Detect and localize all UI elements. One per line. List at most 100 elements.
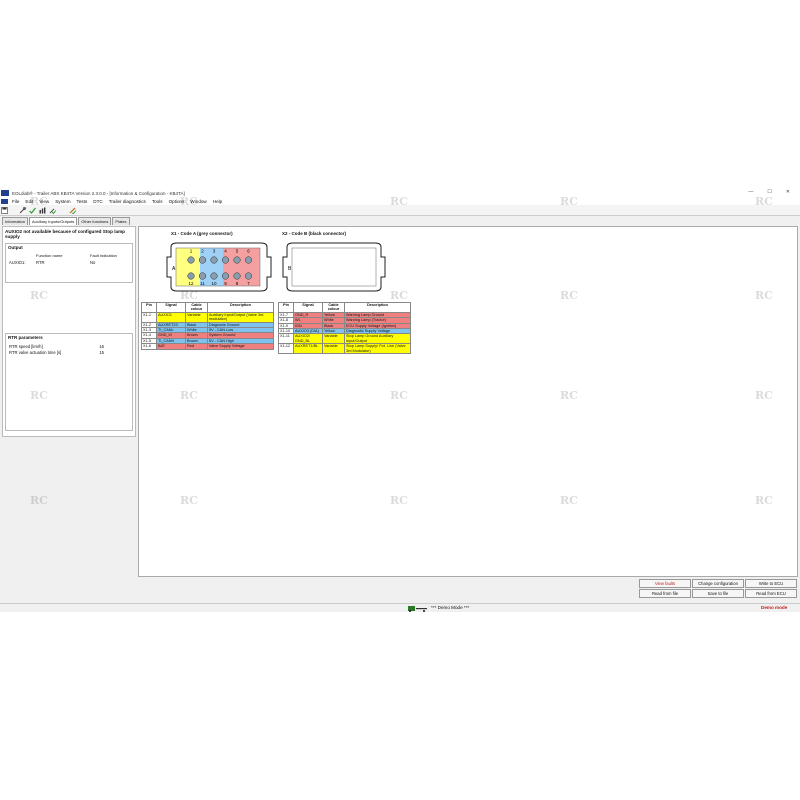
cell-pin: X1-11 <box>278 333 294 345</box>
cell-description: Valve Supply Voltage <box>207 343 274 350</box>
wrench-icon[interactable] <box>18 206 27 214</box>
cell-colour: Variable <box>322 333 345 345</box>
pin-table-x1: Pin Signal Cable colour Description X1-1… <box>141 302 274 350</box>
header-description: Description <box>207 302 274 313</box>
header-cable-colour: Cable colour <box>322 302 345 313</box>
watermark-text: RC <box>560 195 578 208</box>
menu-dtc[interactable]: DTC <box>93 199 102 204</box>
watermark-text: RC <box>30 389 48 402</box>
view-faults-button[interactable]: View faults <box>639 579 691 588</box>
rtr-title: RTR parameters <box>8 335 43 340</box>
rtr-param-label: RTR valve actuation time [s] <box>9 350 62 355</box>
app-logo-icon <box>1 190 9 196</box>
cell-pin: X1-1 <box>141 311 157 323</box>
main-panel: X1 - Code A (grey connector) X2 - Code B… <box>138 226 798 577</box>
connector-pin <box>233 256 241 264</box>
header-cable-colour: Cable colour <box>185 302 208 313</box>
watermark-text: RC <box>755 195 773 208</box>
cell-pin: X1-12 <box>278 343 294 355</box>
rtr-parameters-group: RTR parameters RTR speed [km/h] 16 RTR v… <box>5 333 133 431</box>
cell-description: Stop Lamp Ground Auxiliary Input/Output <box>344 333 411 345</box>
close-button[interactable]: ✕ <box>786 189 790 195</box>
connector-pin <box>233 272 241 280</box>
watermark-text: RC <box>180 195 198 208</box>
watermark-text: RC <box>755 389 773 402</box>
cell-description: Stop Lamp Supply/ Pot. Line (Valve 3rd M… <box>344 343 411 355</box>
watermark-text: RC <box>390 494 408 507</box>
change-configuration-button[interactable]: Change configuration <box>692 579 744 588</box>
connector-x2-title: X2 - Code B (black connector) <box>282 231 347 236</box>
output-row-function: RTR <box>36 260 45 265</box>
watermark-text: RC <box>560 289 578 302</box>
left-panel: AUXIO2 not available because of configur… <box>2 226 136 437</box>
pin-table-x2: Pin Signal Cable colour Description X1-7… <box>278 302 411 355</box>
menu-tools[interactable]: Tools <box>152 199 163 204</box>
connector-pin <box>244 256 253 264</box>
header-description: Description <box>344 302 411 313</box>
connector-pin <box>198 256 207 264</box>
output-title: Output <box>8 245 23 250</box>
watermark-text: RC <box>560 389 578 402</box>
cell-signal: AUXIO1 <box>156 311 186 323</box>
connector-pin <box>187 272 195 280</box>
tab-information[interactable]: Information <box>2 217 29 225</box>
cell-signal: AUXRET1/BL <box>293 343 323 355</box>
read-from-ecu-button[interactable]: Read from ECU <box>745 589 797 598</box>
read-from-file-button[interactable]: Read from file <box>639 589 691 598</box>
status-bar: *** Demo Mode *** Demo mode <box>0 603 800 612</box>
tool-icon[interactable] <box>68 206 77 214</box>
application-window: EOLdiab® - Trailer ABS KB4TA Version 2.3… <box>0 189 800 612</box>
connector-x2-diagram: B <box>282 242 386 292</box>
output-row-name: AUXIO1: <box>9 260 26 265</box>
minimize-button[interactable]: — <box>748 189 753 195</box>
header-signal: Signal <box>156 302 186 313</box>
cell-colour: Variable <box>322 343 345 355</box>
cell-pin: X1-6 <box>141 343 157 350</box>
demo-mode-indicator: Demo mode <box>761 605 788 610</box>
tab-other-functions[interactable]: Other functions <box>78 217 112 225</box>
cell-signal: AUXIO3 (DIA) <box>293 327 323 335</box>
truck-icon <box>408 606 427 612</box>
tab-auxiliary-io[interactable]: Auxiliary Inputs/Outputs <box>29 217 78 225</box>
header-pin: Pin <box>278 302 294 313</box>
connector-x1-diagram: A <box>166 242 272 292</box>
watermark-text: RC <box>30 195 48 208</box>
save-to-file-button[interactable]: Save to file <box>692 589 744 598</box>
mdi-window-icon[interactable] <box>1 198 8 204</box>
column-function-name: Function name <box>36 253 63 258</box>
cell-colour: Red <box>185 343 208 350</box>
connector-pin <box>221 256 230 264</box>
tab-plates[interactable]: Plates <box>112 217 130 225</box>
connector-pin-label: 12 <box>188 281 194 286</box>
table-row: X1-12 AUXRET1/BL Variable Stop Lamp Supply/… <box>278 343 411 355</box>
demo-mode-status: *** Demo Mode *** <box>431 605 470 610</box>
menu-file[interactable]: File <box>12 199 19 204</box>
connector-pin-label: 11 <box>200 281 205 286</box>
connector-pin <box>187 256 195 264</box>
save-icon[interactable] <box>0 206 9 214</box>
write-to-ecu-button[interactable]: Write to ECU <box>745 579 797 588</box>
connector-pin <box>221 272 230 280</box>
table-row: X1-11 AUXIO2/ GND_BL Variable Stop Lamp Gro… <box>278 333 411 345</box>
cell-colour: Variable <box>185 311 208 323</box>
connector-pin <box>198 272 207 280</box>
wrench-check-icon[interactable] <box>48 206 57 214</box>
menu-tests[interactable]: Tests <box>77 199 88 204</box>
table-row: X1-6 BAT Red Valve Supply Voltage <box>141 343 274 350</box>
watermark-text: RC <box>755 289 773 302</box>
menu-help[interactable]: Help <box>213 199 222 204</box>
connector-x1-title: X1 - Code A (grey connector) <box>171 231 233 236</box>
watermark-text: RC <box>390 389 408 402</box>
menu-trailer-diagnostics[interactable]: Trailer diagnostics <box>109 199 146 204</box>
menu-system[interactable]: System <box>55 199 70 204</box>
column-fault-indication: Fault indication <box>90 253 117 258</box>
watermark-text: RC <box>390 195 408 208</box>
connector-pin-label: 10 <box>211 281 217 286</box>
watermark-text: RC <box>180 494 198 507</box>
watermark-text: RC <box>755 494 773 507</box>
connector-pin <box>210 256 218 264</box>
tab-strip: Information Auxiliary Inputs/Outputs Oth… <box>2 217 131 225</box>
watermark-text: RC <box>30 494 48 507</box>
cell-description: Auxiliary Input/Output (Valve 3rd modula… <box>207 311 274 323</box>
watermark-text: RC <box>180 389 198 402</box>
